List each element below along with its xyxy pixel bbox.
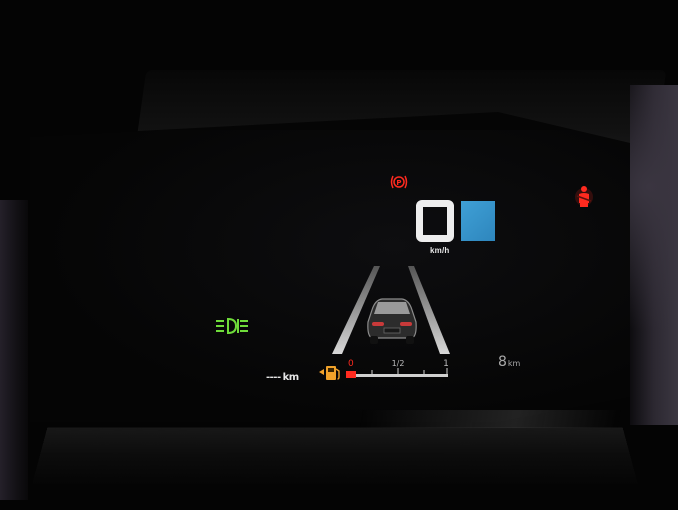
fuel-empty-label: 0 bbox=[348, 359, 354, 369]
speed-readout bbox=[416, 200, 454, 242]
range-readout: 8km bbox=[498, 354, 520, 370]
parking-brake-warning-icon: P bbox=[389, 174, 409, 190]
low-beam-headlights-icon bbox=[214, 316, 250, 336]
odometer-value: ---- bbox=[266, 372, 281, 383]
dashboard-left-trim bbox=[0, 200, 28, 500]
fuel-full-label: 1 bbox=[443, 359, 449, 369]
speed-limit-indicator bbox=[461, 201, 495, 241]
bezel-reflection bbox=[358, 410, 622, 428]
fuel-track bbox=[346, 374, 448, 377]
fuel-half-label: 1/2 bbox=[392, 359, 405, 368]
dashboard-right-trim bbox=[630, 85, 678, 425]
instrument-cluster-photo: P 0 km/h bbox=[0, 0, 678, 510]
fuel-gauge: 0 1/2 1 bbox=[340, 356, 452, 382]
display-bezel bbox=[32, 427, 638, 484]
odometer: ---- km bbox=[266, 372, 299, 383]
range-unit: km bbox=[507, 359, 521, 368]
own-vehicle-icon bbox=[367, 298, 417, 344]
driver-assist-view bbox=[320, 262, 460, 358]
speed-unit: km/h bbox=[430, 246, 450, 255]
lane-marking-right bbox=[408, 266, 450, 354]
speedometer: 0 km/h bbox=[414, 198, 504, 260]
parking-brake-label: P bbox=[396, 179, 401, 187]
low-fuel-warning-icon bbox=[318, 362, 342, 382]
range-value: 8 bbox=[498, 354, 507, 370]
odometer-unit: km bbox=[282, 372, 300, 383]
fuel-level-fill bbox=[346, 371, 356, 378]
seatbelt-warning-icon bbox=[574, 185, 594, 209]
